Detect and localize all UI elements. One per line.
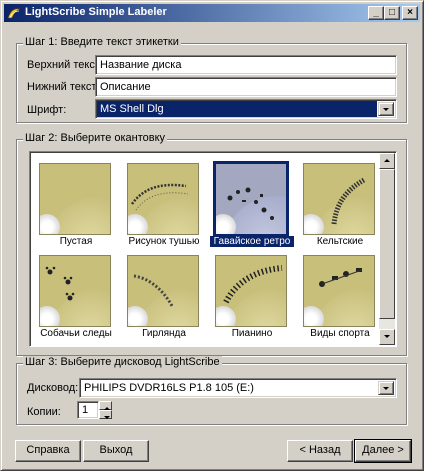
scroll-down-arrow-icon[interactable] — [379, 329, 395, 345]
border-item-ink[interactable]: Рисунок тушью — [122, 158, 206, 248]
border-item-empty[interactable]: Пустая — [34, 158, 118, 248]
minimize-button[interactable]: _ — [368, 6, 384, 20]
border-item-label: Собачьи следы — [40, 328, 112, 339]
font-dropdown-arrow-icon[interactable] — [378, 102, 394, 116]
drive-dropdown-arrow-icon[interactable] — [378, 381, 394, 395]
scroll-thumb[interactable] — [379, 169, 395, 319]
spin-down-icon[interactable] — [99, 410, 112, 419]
top-text-label: Верхний текст: — [27, 59, 103, 71]
border-item-label: Пианино — [231, 328, 273, 339]
top-text-input[interactable]: Название диска — [95, 55, 397, 75]
border-preview-hawaiian — [213, 161, 289, 237]
border-item-label: Кельтские — [316, 236, 364, 247]
border-item-celtic[interactable]: Кельтские — [298, 158, 382, 248]
next-button[interactable]: Далее > — [354, 439, 412, 463]
border-item-label: Виды спорта — [310, 328, 370, 339]
step1-title: Шаг 1: Введите текст этикетки — [23, 36, 181, 48]
spin-up-icon[interactable] — [99, 401, 112, 410]
border-item-piano[interactable]: Пианино — [210, 250, 294, 340]
border-item-dog-paws[interactable]: Собачьи следы — [34, 250, 118, 340]
bottom-text-label: Нижний текст: — [27, 81, 100, 93]
border-preview-piano — [215, 255, 287, 327]
step3-title: Шаг 3: Выберите дисковод LightScribe — [23, 356, 222, 368]
title-bar[interactable]: LightScribe Simple Labeler _ □ × — [4, 4, 420, 22]
copies-label: Копии: — [27, 406, 61, 418]
drive-select[interactable]: PHILIPS DVDR16LS P1.8 105 (E:) — [79, 378, 397, 398]
border-preview-empty — [39, 163, 111, 235]
drive-label: Дисковод: — [27, 382, 79, 394]
lightscribe-app-icon — [7, 8, 22, 19]
border-gallery[interactable]: Пустая Рисунок тушью Гавайское ретро Кел… — [29, 151, 397, 347]
font-label: Шрифт: — [27, 104, 67, 116]
maximize-button[interactable]: □ — [384, 6, 400, 20]
border-item-hawaiian[interactable]: Гавайское ретро — [210, 158, 294, 248]
labeler-window: LightScribe Simple Labeler _ □ × Шаг 1: … — [0, 0, 424, 471]
close-button[interactable]: × — [402, 6, 418, 20]
font-selected-value: MS Shell Dlg — [97, 101, 377, 117]
border-item-sports[interactable]: Виды спорта — [298, 250, 382, 340]
border-preview-celtic — [303, 163, 375, 235]
window-title: LightScribe Simple Labeler — [25, 6, 167, 18]
help-button[interactable]: Справка — [15, 440, 81, 462]
border-item-garland[interactable]: Гирлянда — [122, 250, 206, 340]
border-preview-sports — [303, 255, 375, 327]
scroll-up-arrow-icon[interactable] — [379, 153, 395, 169]
bottom-text-input[interactable]: Описание — [95, 77, 397, 97]
border-item-label: Гирлянда — [142, 328, 186, 339]
border-preview-dog-paws — [39, 255, 111, 327]
gallery-scrollbar[interactable] — [379, 153, 395, 345]
border-item-label: Рисунок тушью — [128, 236, 200, 247]
border-preview-ink — [127, 163, 199, 235]
back-button[interactable]: < Назад — [287, 440, 353, 462]
copies-input[interactable]: 1 — [77, 401, 99, 419]
drive-selected-value: PHILIPS DVDR16LS P1.8 105 (E:) — [84, 382, 254, 394]
copies-spinner[interactable] — [99, 401, 112, 419]
font-select[interactable]: MS Shell Dlg — [95, 99, 397, 119]
border-preview-garland — [127, 255, 199, 327]
exit-button[interactable]: Выход — [83, 440, 149, 462]
border-item-label: Гавайское ретро — [210, 236, 294, 247]
border-item-label: Пустая — [59, 236, 93, 247]
step2-title: Шаг 2: Выберите окантовку — [23, 132, 168, 144]
